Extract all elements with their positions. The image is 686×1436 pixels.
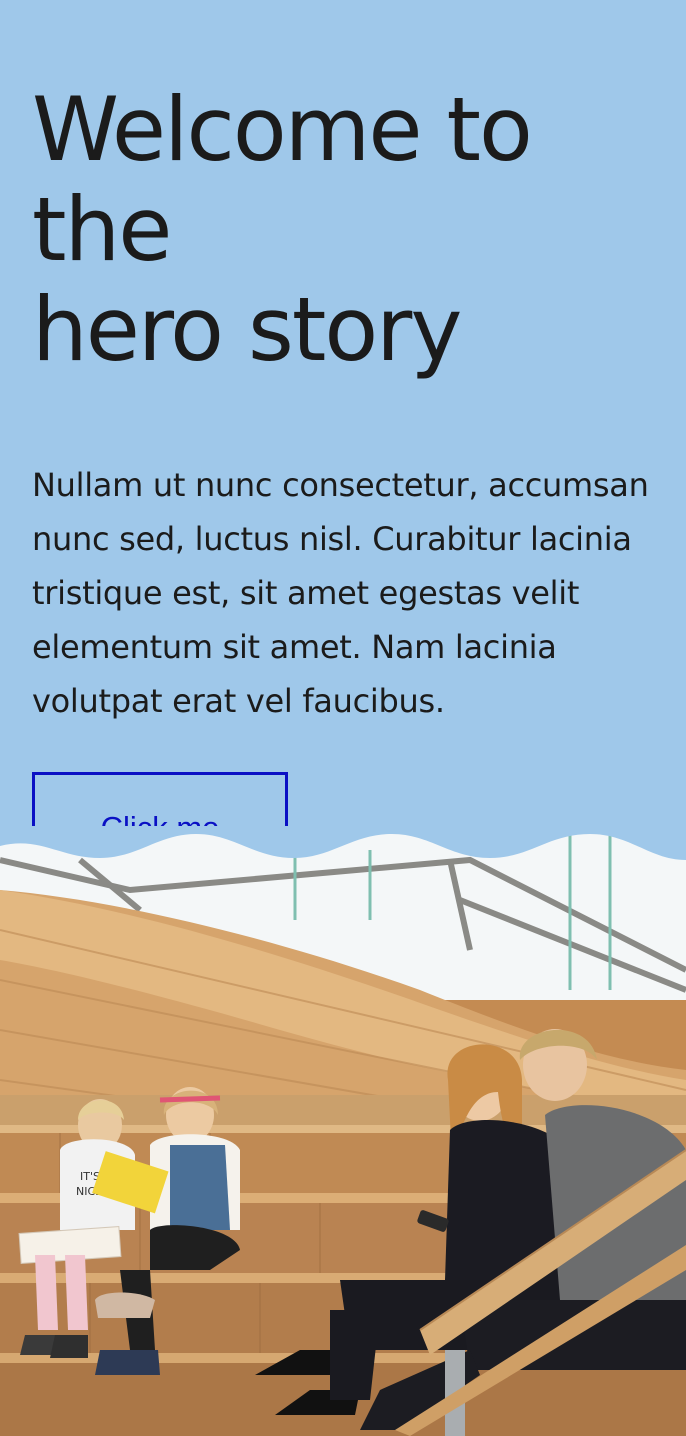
hero-content: Welcome to the hero story Nullam ut nunc…: [32, 80, 662, 884]
hero-photo: IT'S A NICE DAY: [0, 830, 686, 1436]
library-steps-illustration: IT'S A NICE DAY: [0, 830, 686, 1436]
hero-body-text: Nullam ut nunc consectetur, accumsan nun…: [32, 466, 649, 720]
hero-title-line-2: hero story: [32, 278, 462, 381]
hero-section: Welcome to the hero story Nullam ut nunc…: [0, 0, 686, 1436]
wave-divider: [0, 826, 686, 860]
hero-title-line-1: Welcome to the: [32, 78, 533, 281]
hero-title: Welcome to the hero story: [32, 80, 662, 380]
